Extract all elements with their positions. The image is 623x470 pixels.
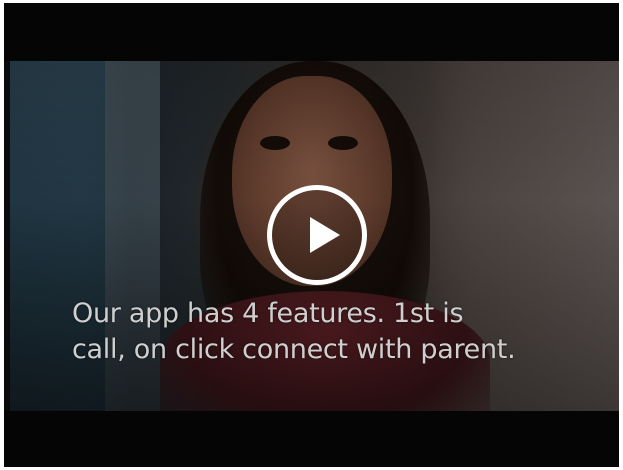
letterbox-top bbox=[4, 3, 619, 61]
caption-line-2: call, on click connect with parent. bbox=[72, 334, 516, 365]
play-icon bbox=[310, 217, 340, 253]
video-player[interactable]: Our app has 4 features. 1st is call, on … bbox=[4, 3, 619, 467]
play-button[interactable] bbox=[267, 185, 367, 285]
video-caption: Our app has 4 features. 1st is call, on … bbox=[72, 296, 617, 368]
caption-line-1: Our app has 4 features. 1st is bbox=[72, 298, 464, 329]
letterbox-bottom bbox=[4, 411, 619, 467]
